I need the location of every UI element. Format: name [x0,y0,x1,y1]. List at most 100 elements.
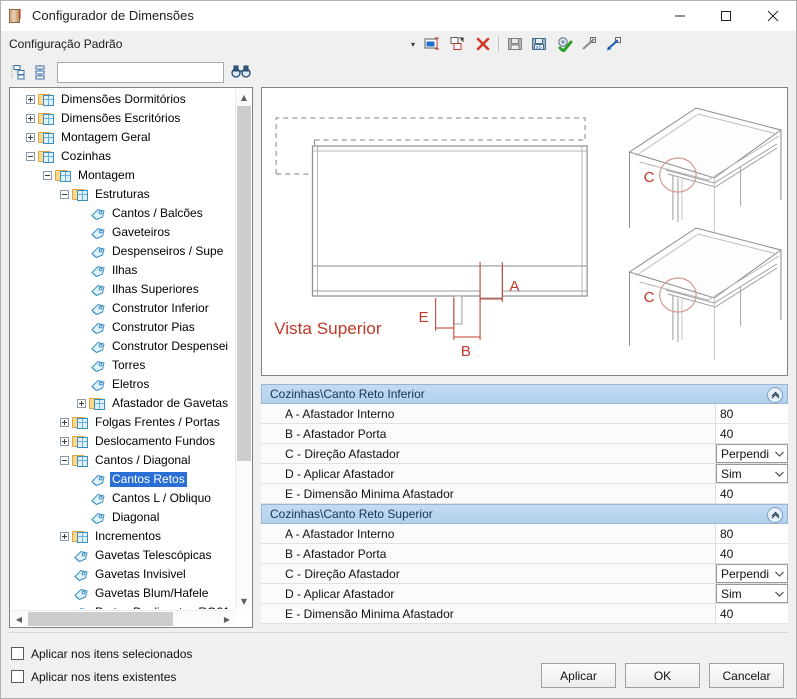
dropdown-caret-icon[interactable]: ▾ [406,32,420,56]
folder-icon [72,529,90,545]
tree-item[interactable]: Deslocamento Fundos [12,432,234,451]
save-as-icon[interactable]: ab [527,32,552,56]
property-value: Perpendic [721,446,769,461]
tree-item[interactable]: Torres [12,356,234,375]
rename-configuration-icon[interactable] [420,32,445,56]
collapse-toggle-icon[interactable] [56,453,72,469]
tree-item[interactable]: Diagonal [12,508,234,527]
horizontal-scroll-thumb[interactable] [28,612,173,626]
binoculars-find-icon[interactable] [229,61,253,83]
tree-item[interactable]: Ilhas [12,261,234,280]
property-value-field[interactable]: 80 [716,524,788,543]
import-icon[interactable] [602,32,627,56]
tree-item[interactable]: Gavetas Blum/Hafele [12,584,234,603]
tree-item[interactable]: Cantos L / Obliquo [12,489,234,508]
collapse-group-icon[interactable] [767,387,783,403]
tree-item[interactable]: Construtor Despensei [12,337,234,356]
property-value: Sim [721,466,742,481]
tree-item[interactable]: Cantos / Balcões [12,204,234,223]
expand-toggle-icon[interactable] [22,111,38,127]
footer: Aplicar nos itens selecionados Aplicar no… [1,632,796,698]
collapse-toggle-icon[interactable] [56,187,72,203]
tree-item-label: Despenseiros / Supe [112,244,224,258]
tree-item[interactable]: Dimensões Escritórios [12,109,234,128]
property-row: C - Direção Afastador Perpendic [261,444,788,464]
tree-item[interactable]: Gavetas Invisivel [12,565,234,584]
tree-item[interactable]: Portas Deslizantes RO21 [12,603,234,609]
tree-search-bar [9,57,253,87]
tree-item[interactable]: Construtor Pias [12,318,234,337]
tree-item[interactable]: Afastador de Gavetas [12,394,234,413]
expand-all-icon[interactable] [33,63,52,82]
maximize-button[interactable] [703,1,749,31]
tree-item[interactable]: Ilhas Superiores [12,280,234,299]
expand-toggle-icon[interactable] [56,434,72,450]
chevron-down-icon[interactable] [775,585,784,602]
expand-toggle-icon[interactable] [73,396,89,412]
tree-item[interactable]: Cantos Retos [12,470,234,489]
chevron-down-icon[interactable] [775,445,784,462]
tree-view[interactable]: Dimensões Dormitórios Dimensões Escritóri… [9,87,253,628]
vertical-scroll-thumb[interactable] [237,106,251,461]
tree-item[interactable]: Gaveteiros [12,223,234,242]
tree-item[interactable]: Gavetas Telescópicas [12,546,234,565]
scroll-up-button[interactable]: ▲ [236,89,252,105]
footer-checkbox[interactable]: Aplicar nos itens existentes [11,670,192,684]
collapse-toggle-icon[interactable] [22,149,38,165]
scroll-left-button[interactable]: ◀ [11,611,27,627]
tree-item[interactable]: Montagem Geral [12,128,234,147]
expand-toggle-icon[interactable] [22,130,38,146]
property-value-field[interactable]: 80 [716,404,788,423]
property-value-field[interactable]: 40 [716,544,788,563]
tree-item[interactable]: Construtor Inferior [12,299,234,318]
tree-item[interactable]: Dimensões Dormitórios [12,90,234,109]
property-value-field[interactable]: Perpendic [716,564,788,583]
search-input[interactable] [61,64,220,80]
expand-toggle-icon[interactable] [56,415,72,431]
tree-item[interactable]: Incrementos [12,527,234,546]
property-value-field[interactable]: 40 [716,484,788,503]
delete-configuration-icon[interactable] [470,32,495,56]
property-value-field[interactable]: Perpendic [716,444,788,463]
checkbox-box[interactable] [11,670,24,683]
tree-item[interactable]: Cantos / Diagonal [12,451,234,470]
property-group-header[interactable]: Cozinhas\Canto Reto Inferior [261,384,788,404]
chevron-down-icon[interactable] [775,465,784,482]
collapse-group-icon[interactable] [767,507,783,523]
collapse-all-icon[interactable] [9,63,28,82]
apply-button[interactable]: Aplicar [541,663,616,688]
close-button[interactable] [749,1,796,31]
scroll-right-button[interactable]: ▶ [219,611,235,627]
chevron-down-icon[interactable] [775,565,784,582]
apply-settings-icon[interactable] [552,32,577,56]
cancel-button[interactable]: Cancelar [709,663,784,688]
scroll-down-button[interactable]: ▼ [236,593,252,609]
tree-item[interactable]: Estruturas [12,185,234,204]
export-icon[interactable] [577,32,602,56]
collapse-toggle-icon[interactable] [39,168,55,184]
save-icon[interactable] [502,32,527,56]
property-value-field[interactable]: 40 [716,604,788,623]
tree-vertical-scrollbar[interactable]: ▲ ▼ [235,89,251,609]
tree-item[interactable]: Despenseiros / Supe [12,242,234,261]
property-row: C - Direção Afastador Perpendic [261,564,788,584]
tree-item[interactable]: Folgas Frentes / Portas [12,413,234,432]
search-input-wrapper[interactable] [57,61,224,83]
property-value-field[interactable]: 40 [716,424,788,443]
property-group-header[interactable]: Cozinhas\Canto Reto Superior [261,504,788,524]
tree-item[interactable]: Cozinhas [12,147,234,166]
expand-toggle-icon[interactable] [56,529,72,545]
ok-button[interactable]: OK [625,663,700,688]
folder-icon [38,92,56,108]
property-name: E - Dimensão Minima Afastador [261,484,716,503]
checkbox-box[interactable] [11,647,24,660]
expand-toggle-icon[interactable] [22,92,38,108]
property-value-field[interactable]: Sim [716,584,788,603]
tree-item[interactable]: Eletros [12,375,234,394]
tree-horizontal-scrollbar[interactable]: ◀ ▶ [11,610,235,626]
duplicate-configuration-icon[interactable] [445,32,470,56]
tree-item[interactable]: Montagem [12,166,234,185]
minimize-button[interactable] [657,1,703,31]
property-value-field[interactable]: Sim [716,464,788,483]
footer-checkbox[interactable]: Aplicar nos itens selecionados [11,647,192,661]
